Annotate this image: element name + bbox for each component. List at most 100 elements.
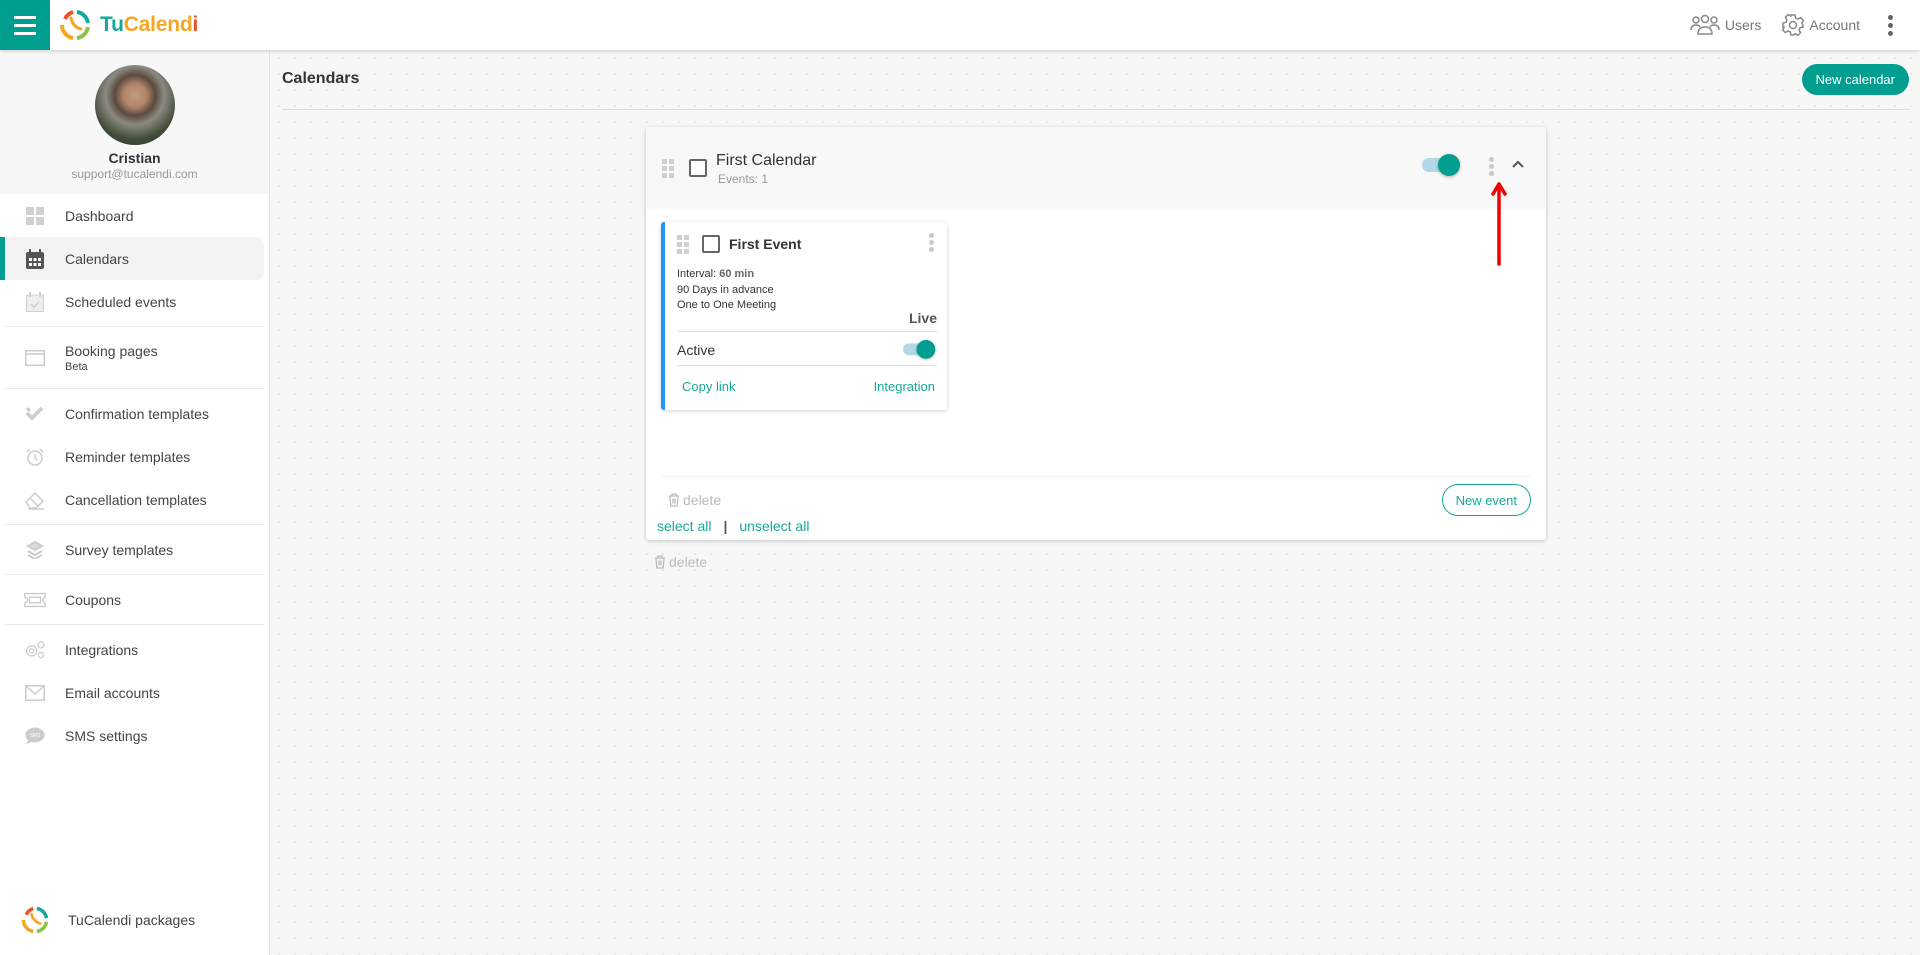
sidebar-nav: Dashboard Calendars Scheduled events Boo… xyxy=(0,194,269,757)
kebab-vertical-icon xyxy=(1887,14,1893,20)
sidebar-item-confirmation-templates[interactable]: Confirmation templates xyxy=(0,392,264,435)
divider xyxy=(5,388,264,389)
sidebar-item-calendars[interactable]: Calendars xyxy=(0,237,264,280)
event-status: Live xyxy=(908,310,937,326)
delete-calendars-button[interactable]: delete xyxy=(654,554,707,570)
event-options-button[interactable] xyxy=(929,233,934,252)
event-title: First Event xyxy=(729,236,802,252)
double-check-icon xyxy=(24,403,46,425)
sidebar-item-cancellation-templates[interactable]: Cancellation templates xyxy=(0,478,264,521)
select-all-link[interactable]: select all xyxy=(657,518,711,534)
selection-controls: select all | unselect all xyxy=(657,518,809,534)
sidebar-item-label: Dashboard xyxy=(65,207,134,224)
kebab-vertical-icon xyxy=(1489,157,1494,162)
sidebar-item-label: Booking pages xyxy=(65,342,158,359)
brand-logo[interactable]: TuCalendi xyxy=(58,8,198,42)
delete-label: delete xyxy=(683,492,722,508)
event-details: Interval: 60 min 90 Days in advance One … xyxy=(677,267,776,314)
divider xyxy=(5,624,264,625)
sidebar-item-coupons[interactable]: Coupons xyxy=(0,578,264,621)
event-advance: 90 Days in advance xyxy=(677,283,774,296)
sidebar: Cristian support@tucalendi.com Dashboard… xyxy=(0,50,270,955)
sidebar-item-sms-settings[interactable]: SMS SMS settings xyxy=(0,714,264,757)
sidebar-item-label: Integrations xyxy=(65,641,139,658)
kebab-vertical-icon xyxy=(1887,30,1893,36)
delete-events-button[interactable]: delete xyxy=(668,492,721,508)
hamburger-menu-button[interactable] xyxy=(0,0,50,50)
sidebar-item-label: SMS settings xyxy=(65,727,148,744)
calendar-title: First Calendar xyxy=(716,152,817,169)
sidebar-item-label: Calendars xyxy=(65,250,129,267)
calendar-check-icon xyxy=(24,291,46,313)
profile-email: support@tucalendi.com xyxy=(71,167,198,181)
tucalendi-logo-icon xyxy=(59,10,90,40)
event-type: One to One Meeting xyxy=(677,299,777,311)
calendar-icon xyxy=(24,248,46,270)
eraser-icon xyxy=(24,489,46,511)
sidebar-item-reminder-templates[interactable]: Reminder templates xyxy=(0,435,264,478)
active-label: Active xyxy=(677,342,716,358)
sidebar-item-integrations[interactable]: Integrations xyxy=(0,628,264,671)
sms-bubble-icon: SMS xyxy=(24,725,46,747)
user-profile: Cristian support@tucalendi.com xyxy=(0,50,269,194)
divider xyxy=(677,331,937,332)
alarm-clock-icon xyxy=(24,446,46,468)
sidebar-item-label: Cancellation templates xyxy=(65,491,207,508)
integration-button[interactable]: Integration xyxy=(874,379,935,394)
trash-icon xyxy=(655,555,665,569)
unselect-all-link[interactable]: unselect all xyxy=(739,518,809,534)
sidebar-item-label: Survey templates xyxy=(65,541,174,558)
new-calendar-button[interactable]: New calendar xyxy=(1801,64,1909,95)
drag-handle-icon[interactable] xyxy=(677,235,689,254)
hamburger-icon-line xyxy=(14,23,36,27)
event-active-toggle[interactable] xyxy=(903,340,936,359)
profile-name: Cristian xyxy=(108,150,161,166)
calendar-options-button[interactable] xyxy=(1489,157,1494,176)
avatar[interactable] xyxy=(94,65,175,145)
sidebar-item-booking-pages[interactable]: Booking pages Beta xyxy=(0,330,264,385)
account-label: Account xyxy=(1809,17,1860,33)
sidebar-item-label: Confirmation templates xyxy=(65,405,209,422)
account-link[interactable]: Account xyxy=(1781,13,1860,37)
users-icon xyxy=(1690,14,1720,35)
sidebar-item-email-accounts[interactable]: Email accounts xyxy=(0,671,264,714)
interval-value: 60 min xyxy=(719,268,755,280)
drag-handle-icon[interactable] xyxy=(662,159,674,178)
divider xyxy=(5,326,264,327)
delete-label: delete xyxy=(669,554,708,570)
dashboard-icon xyxy=(24,205,46,227)
svg-text:SMS: SMS xyxy=(30,733,42,739)
divider xyxy=(661,476,1531,477)
calendar-header: First Calendar Events: 1 xyxy=(646,127,1546,209)
sidebar-item-label: Reminder templates xyxy=(65,448,191,465)
event-checkbox[interactable] xyxy=(702,235,720,253)
divider xyxy=(677,365,937,366)
chevron-up-icon[interactable] xyxy=(1511,159,1525,169)
hamburger-icon-line xyxy=(14,31,36,35)
top-bar: TuCalendi Users Account xyxy=(0,0,1920,50)
packages-label: TuCalendi packages xyxy=(68,912,196,928)
more-options-button[interactable] xyxy=(1880,14,1900,36)
kebab-vertical-icon xyxy=(1887,22,1893,28)
brand-name: TuCalendi xyxy=(100,13,199,36)
page-title: Calendars xyxy=(282,70,360,87)
gear-icon xyxy=(1782,13,1805,37)
page-header: Calendars New calendar xyxy=(282,50,1909,110)
calendar-checkbox[interactable] xyxy=(689,159,707,177)
sidebar-item-scheduled-events[interactable]: Scheduled events xyxy=(0,280,264,323)
calendar-events-count: Events: 1 xyxy=(718,172,769,186)
sidebar-item-label: Coupons xyxy=(65,591,122,608)
new-event-button[interactable]: New event xyxy=(1441,484,1531,516)
calendar-enabled-toggle[interactable] xyxy=(1422,154,1460,176)
sidebar-item-packages[interactable]: TuCalendi packages xyxy=(20,905,195,935)
hamburger-icon-line xyxy=(14,15,36,19)
copy-link-button[interactable]: Copy link xyxy=(682,379,735,394)
sidebar-item-survey-templates[interactable]: Survey templates xyxy=(0,528,264,571)
users-link[interactable]: Users xyxy=(1689,14,1762,36)
layers-icon xyxy=(24,539,46,561)
tucalendi-logo-icon xyxy=(21,906,49,934)
sidebar-item-dashboard[interactable]: Dashboard xyxy=(0,194,264,237)
kebab-vertical-icon xyxy=(929,233,934,238)
annotation-arrow-icon xyxy=(1491,182,1507,266)
users-label: Users xyxy=(1724,17,1762,33)
